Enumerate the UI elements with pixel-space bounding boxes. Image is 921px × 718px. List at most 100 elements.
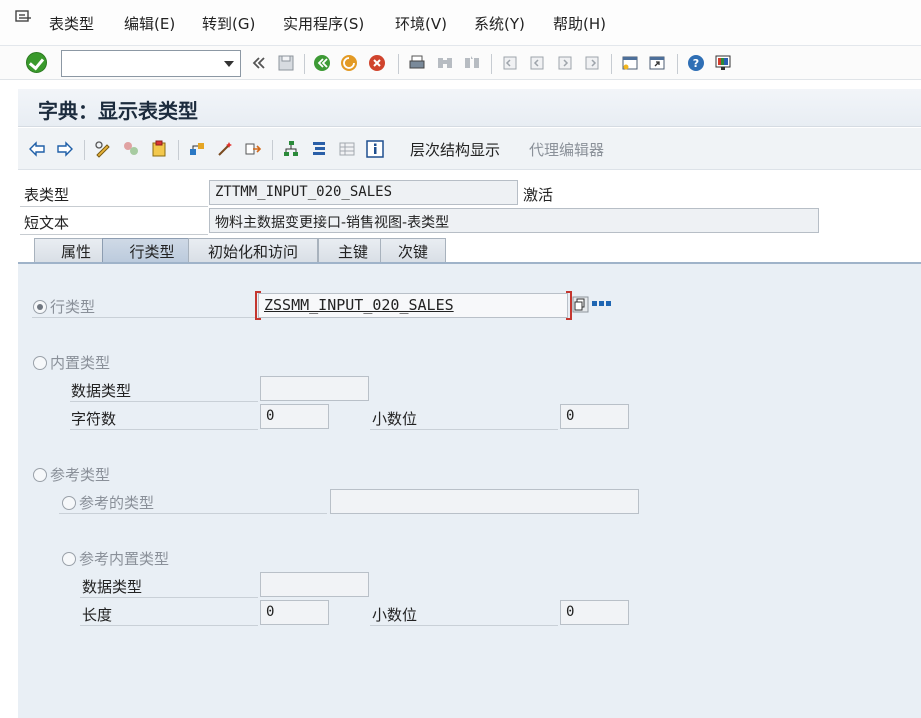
proxy-editor-button[interactable]: 代理编辑器 bbox=[529, 139, 604, 160]
label-underline bbox=[59, 513, 327, 514]
back-icon[interactable] bbox=[313, 54, 331, 72]
tab-init-access[interactable]: 初始化和访问 bbox=[188, 238, 318, 262]
menu-utilities[interactable]: 实用程序(S) bbox=[283, 13, 364, 34]
command-dropdown-icon[interactable] bbox=[224, 61, 234, 67]
decimals-field[interactable]: 0 bbox=[560, 404, 629, 429]
check-icon[interactable] bbox=[150, 140, 168, 158]
label-underline bbox=[32, 317, 256, 318]
radio-unselected-icon bbox=[62, 552, 76, 566]
radio-selected-icon bbox=[33, 300, 47, 314]
label-underline bbox=[80, 625, 258, 626]
reference-type-radio[interactable]: 参考类型 bbox=[33, 464, 110, 485]
cancel-icon[interactable] bbox=[368, 54, 386, 72]
page-title: 字典：显示表类型 bbox=[38, 99, 198, 123]
menu-bar: 表类型 编辑(E) 转到(G) 实用程序(S) 环境(V) 系统(Y) 帮助(H… bbox=[0, 0, 921, 46]
shortcut-icon[interactable] bbox=[648, 54, 666, 72]
toolbar-separator bbox=[398, 54, 399, 74]
menu-goto[interactable]: 转到(G) bbox=[202, 13, 255, 34]
row-type-radio-label: 行类型 bbox=[50, 298, 96, 316]
display-change-icon[interactable] bbox=[94, 140, 112, 158]
label-underline bbox=[370, 429, 558, 430]
command-field[interactable] bbox=[61, 50, 241, 77]
row-type-radio[interactable]: 行类型 bbox=[33, 296, 95, 317]
back-arrow-icon[interactable] bbox=[28, 140, 46, 158]
last-page-icon[interactable] bbox=[583, 54, 601, 72]
toolbar-separator bbox=[178, 140, 179, 160]
ref-type-radio[interactable]: 参考的类型 bbox=[62, 492, 154, 513]
label-underline bbox=[370, 625, 558, 626]
table-display-icon[interactable] bbox=[338, 140, 356, 158]
length-label: 长度 bbox=[82, 606, 113, 624]
builtin-type-radio[interactable]: 内置类型 bbox=[33, 352, 110, 373]
menu-table-type[interactable]: 表类型 bbox=[49, 13, 94, 34]
radio-unselected-icon bbox=[33, 356, 47, 370]
info-icon[interactable] bbox=[366, 140, 384, 158]
ref-data-type-field[interactable] bbox=[260, 572, 369, 597]
structure-icon[interactable] bbox=[310, 140, 328, 158]
toolbar-separator bbox=[304, 54, 305, 74]
next-page-icon[interactable] bbox=[556, 54, 574, 72]
first-page-icon[interactable] bbox=[501, 54, 519, 72]
label-underline bbox=[70, 429, 258, 430]
find-icon[interactable] bbox=[436, 54, 454, 72]
copy-icon[interactable] bbox=[572, 296, 589, 313]
short-text-field[interactable]: 物料主数据变更接口-销售视图-表类型 bbox=[209, 208, 819, 233]
create-session-icon[interactable] bbox=[621, 54, 639, 72]
toolbar-separator bbox=[272, 140, 273, 160]
ref-type-field[interactable] bbox=[330, 489, 639, 514]
row-type-field[interactable]: ZSSMM_INPUT_020_SALES bbox=[258, 293, 568, 318]
magic-wand-icon[interactable] bbox=[216, 140, 234, 158]
builtin-type-radio-label: 内置类型 bbox=[50, 354, 111, 372]
label-underline bbox=[20, 206, 208, 207]
application-toolbar: 层次结构显示 代理编辑器 bbox=[18, 128, 921, 170]
menu-edit[interactable]: 编辑(E) bbox=[124, 13, 175, 34]
standard-toolbar: ? bbox=[0, 46, 921, 80]
length-field[interactable]: 0 bbox=[260, 600, 329, 625]
customize-layout-icon[interactable] bbox=[714, 54, 732, 72]
menu-environment[interactable]: 环境(V) bbox=[395, 13, 447, 34]
table-type-field[interactable]: ZTTMM_INPUT_020_SALES bbox=[209, 180, 518, 205]
title-bar: 字典：显示表类型 bbox=[18, 89, 921, 127]
hierarchy-display-button[interactable]: 层次结构显示 bbox=[410, 139, 500, 160]
tab-primary-key[interactable]: 主键 bbox=[318, 238, 388, 262]
ref-builtin-radio[interactable]: 参考内置类型 bbox=[62, 548, 169, 569]
other-object-icon[interactable] bbox=[122, 140, 140, 158]
builtin-data-type-label: 数据类型 bbox=[71, 382, 132, 400]
hierarchy-tree-icon[interactable] bbox=[282, 140, 300, 158]
ref-decimals-field[interactable]: 0 bbox=[560, 600, 629, 625]
where-used-icon[interactable] bbox=[188, 140, 206, 158]
toolbar-separator bbox=[491, 54, 492, 74]
toolbar-separator bbox=[84, 140, 85, 160]
toolbar-separator bbox=[677, 54, 678, 74]
label-underline bbox=[20, 234, 208, 235]
ref-type-radio-label: 参考的类型 bbox=[79, 494, 155, 512]
forward-arrow-icon[interactable] bbox=[56, 140, 74, 158]
toolbar-separator bbox=[611, 54, 612, 74]
exit-icon[interactable] bbox=[340, 54, 358, 72]
find-next-icon[interactable] bbox=[463, 54, 481, 72]
short-text-label: 短文本 bbox=[24, 214, 70, 232]
svg-text:?: ? bbox=[693, 57, 699, 70]
decimals-label: 小数位 bbox=[372, 410, 418, 428]
print-icon[interactable] bbox=[408, 54, 426, 72]
reference-type-radio-label: 参考类型 bbox=[50, 466, 111, 484]
tab-secondary-key[interactable]: 次键 bbox=[380, 238, 446, 262]
help-icon[interactable]: ? bbox=[687, 54, 705, 72]
chars-field[interactable]: 0 bbox=[260, 404, 329, 429]
radio-unselected-icon bbox=[33, 468, 47, 482]
label-underline bbox=[70, 401, 258, 402]
radio-unselected-icon bbox=[62, 496, 76, 510]
enter-icon[interactable] bbox=[26, 52, 47, 73]
menu-help[interactable]: 帮助(H) bbox=[553, 13, 606, 34]
double-chevron-icon[interactable] bbox=[250, 54, 268, 72]
status-text: 激活 bbox=[523, 186, 554, 204]
table-type-label: 表类型 bbox=[24, 186, 70, 204]
navigate-icon[interactable] bbox=[244, 140, 262, 158]
save-icon[interactable] bbox=[277, 54, 295, 72]
tab-row-type[interactable]: 行类型 bbox=[102, 238, 202, 262]
system-menu-icon[interactable] bbox=[15, 10, 33, 26]
prev-page-icon[interactable] bbox=[528, 54, 546, 72]
builtin-data-type-field[interactable] bbox=[260, 376, 369, 401]
more-options-icon[interactable] bbox=[592, 300, 612, 308]
menu-system[interactable]: 系统(Y) bbox=[474, 13, 525, 34]
